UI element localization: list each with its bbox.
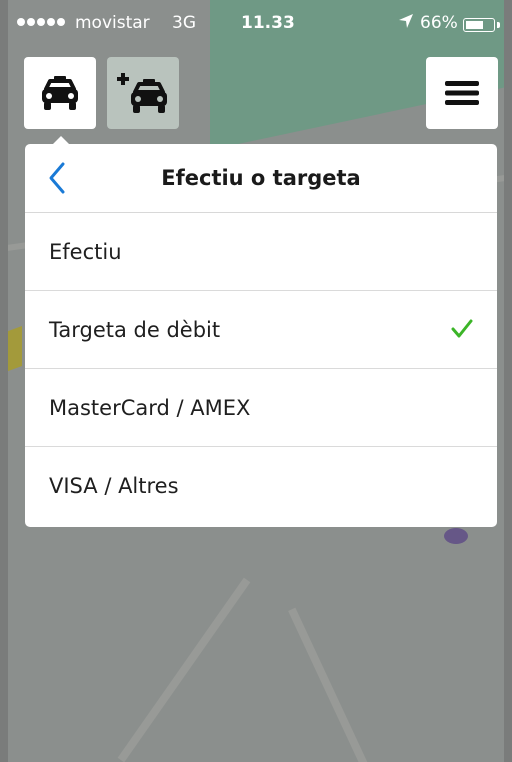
payment-option-mastercard-amex[interactable]: MasterCard / AMEX [25,369,497,447]
add-taxi-icon [117,73,167,113]
back-button[interactable] [43,160,73,196]
status-bar: movistar 3G 11.33 66% [0,0,512,44]
payment-option-debit-card[interactable]: Targeta de dèbit [25,291,497,369]
chevron-left-icon [49,162,65,194]
menu-button[interactable] [426,57,498,129]
map-poi-marker [444,528,468,544]
panel-header: Efectiu o targeta [25,144,497,213]
add-taxi-button[interactable] [107,57,179,129]
taxi-icon [42,76,78,110]
payment-option-visa-other[interactable]: VISA / Altres [25,447,497,525]
panel-pointer [53,136,69,144]
taxi-button[interactable] [24,57,96,129]
signal-strength-icon [17,18,65,26]
carrier-name: movistar [75,13,150,33]
map-road [288,607,380,762]
screen-edge-right [504,0,512,762]
map-road [117,577,251,762]
panel-title: Efectiu o targeta [161,166,361,190]
payment-options-list: Efectiu Targeta de dèbit MasterCard / AM… [25,213,497,525]
payment-option-cash[interactable]: Efectiu [25,213,497,291]
option-label: Targeta de dèbit [49,317,221,342]
battery-icon [463,18,495,32]
checkmark-icon [451,319,473,338]
location-arrow-icon [398,13,414,34]
network-type: 3G [172,13,196,33]
hamburger-menu-icon [445,81,479,105]
clock: 11.33 [241,13,295,33]
option-label: VISA / Altres [49,474,179,498]
option-label: MasterCard / AMEX [49,395,251,420]
battery-percentage: 66% [420,13,458,33]
battery-tip [497,22,500,28]
payment-method-panel: Efectiu o targeta Efectiu Targeta de dèb… [25,144,497,527]
option-label: Efectiu [49,239,122,264]
screen-edge-left [0,0,8,762]
